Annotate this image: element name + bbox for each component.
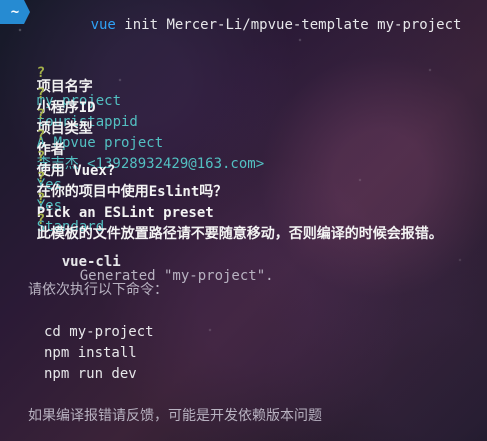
command-line: ~ vue init Mercer-Li/mpvue-template my-p… (0, 0, 461, 32)
prompt-symbol: ~ (10, 4, 20, 20)
prompt-badge: ~ (0, 0, 30, 24)
command-item: cd my-project (44, 324, 154, 340)
command-item: npm run dev (44, 366, 137, 382)
question-label: 此模板的文件放置路径请不要随意移动，否则编译的时候会报错。 (36, 226, 443, 242)
footer-message: 如果编译报错请反馈，可能是开发依赖版本问题 (28, 408, 322, 424)
terminal-window: ~ vue init Mercer-Li/mpvue-template my-p… (0, 0, 487, 441)
command-item: npm install (44, 345, 137, 361)
command-rest: init Mercer-Li/mpvue-template my-project (115, 17, 462, 33)
command-word: vue (90, 17, 116, 33)
instructions-title: 请依次执行以下命令： (28, 282, 168, 298)
